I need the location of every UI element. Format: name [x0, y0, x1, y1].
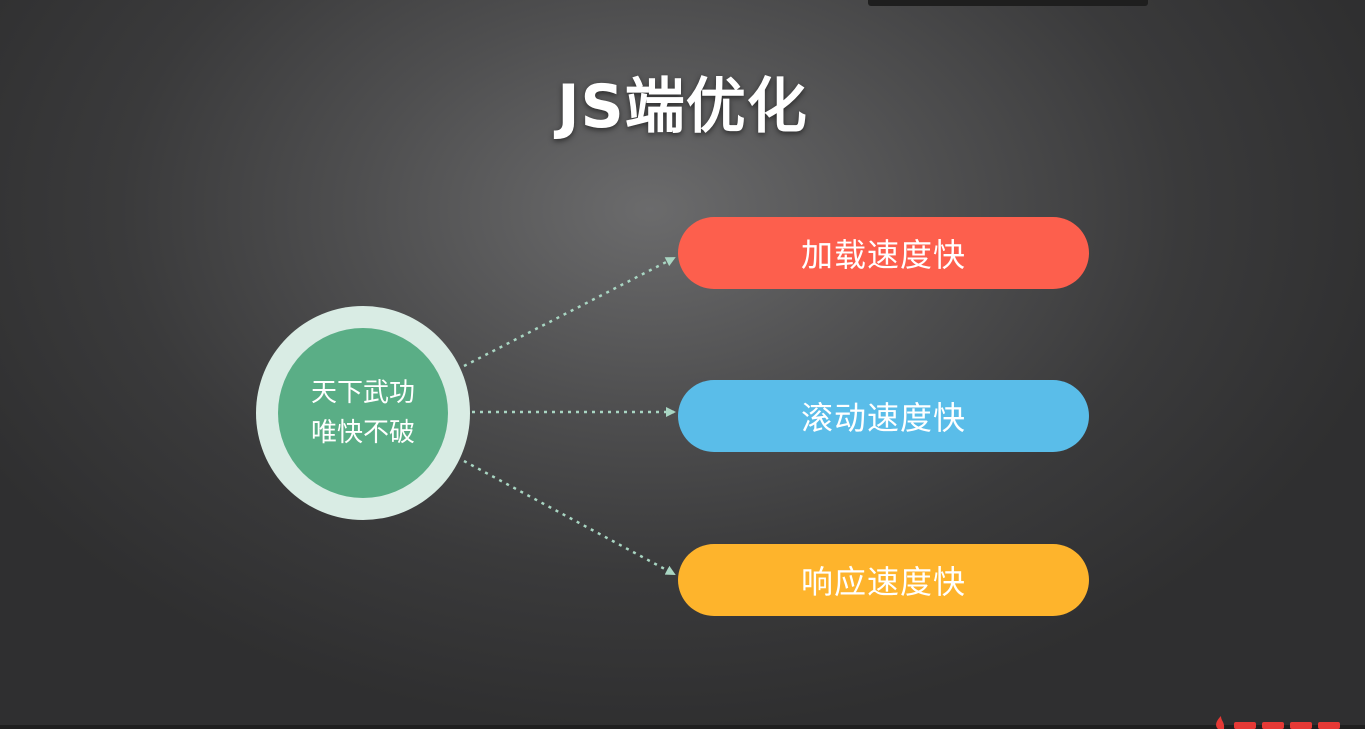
core-principle-inner: 天下武功 唯快不破	[278, 328, 448, 498]
principle-line-1: 天下武功	[310, 378, 415, 408]
scrolling-speed-pill: 滚动速度快	[678, 380, 1089, 452]
response-speed-label: 响应速度快	[800, 563, 966, 601]
response-speed-pill: 响应速度快	[678, 544, 1089, 616]
arrow-to-loading	[463, 256, 676, 368]
bottom-edge-bar	[0, 725, 1365, 729]
arrow-to-response	[463, 459, 676, 576]
scrolling-speed-label: 滚动速度快	[800, 399, 966, 437]
flame-logo-icon	[1216, 716, 1340, 729]
principle-line-2: 唯快不破	[310, 418, 415, 448]
core-principle-circle: 天下武功 唯快不破	[256, 306, 470, 520]
loading-speed-pill: 加载速度快	[678, 217, 1089, 289]
connector-arrows	[463, 256, 676, 576]
loading-speed-label: 加载速度快	[800, 236, 966, 274]
watermark-logo	[1212, 714, 1362, 729]
